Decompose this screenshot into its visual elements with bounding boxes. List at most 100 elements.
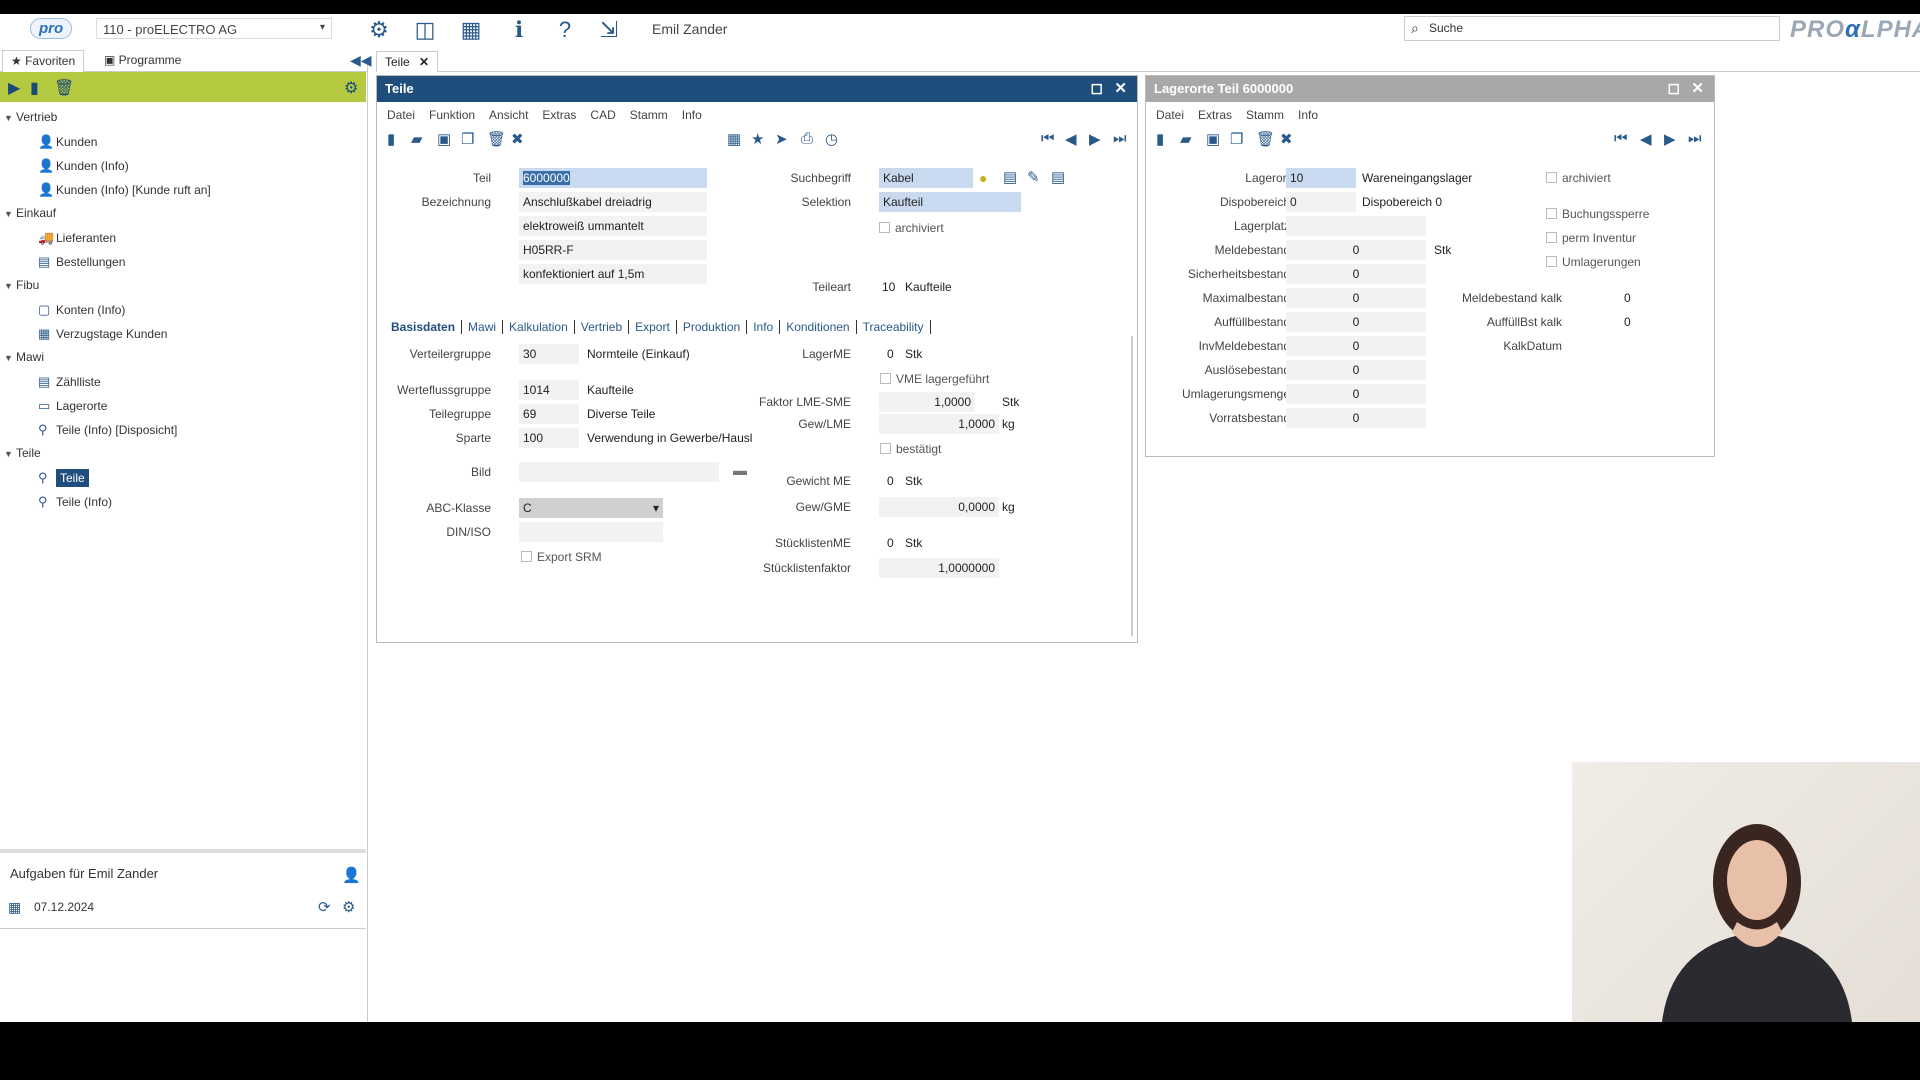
first-record-icon[interactable]: ⏮	[1041, 130, 1055, 147]
teilegruppe-input[interactable]: 69	[519, 404, 579, 424]
tree-item-kunden[interactable]: 👤 Kunden	[38, 134, 97, 150]
abc-klasse-select[interactable]: C ▾	[519, 498, 663, 518]
close-icon[interactable]: ✕	[1114, 79, 1127, 97]
copy-icon[interactable]: ❐	[461, 130, 474, 148]
layout-icon[interactable]: ▦	[458, 17, 484, 43]
document-icon[interactable]: ▤	[1003, 168, 1017, 186]
play-icon[interactable]: ▶	[8, 78, 20, 98]
save-icon[interactable]: ▣	[1206, 130, 1220, 148]
open-folder-icon[interactable]: ▰	[1180, 130, 1192, 148]
settings-icon[interactable]: ⚙	[344, 78, 358, 98]
search-input[interactable]: ⌕ Suche	[1404, 16, 1780, 41]
company-select[interactable]: 110 - proELECTRO AG ▾	[96, 18, 332, 39]
prev-record-icon[interactable]: ◀	[1065, 130, 1077, 148]
last-record-icon[interactable]: ⏭	[1688, 130, 1702, 147]
tab-programme[interactable]: ▣ Programme	[96, 50, 189, 72]
suchbegriff-input[interactable]: Kabel	[879, 168, 973, 188]
cancel-icon[interactable]: ✖	[1280, 130, 1293, 148]
copy-icon[interactable]: ❐	[1230, 130, 1243, 148]
menu-stamm[interactable]: Stamm	[630, 108, 668, 122]
tab-traceability[interactable]: Traceability	[856, 320, 931, 334]
menu-extras[interactable]: Extras	[1198, 108, 1232, 122]
menu-stamm[interactable]: Stamm	[1246, 108, 1284, 122]
tab-info[interactable]: Info	[747, 320, 781, 334]
tree-group-fibu[interactable]: ▼ Fibu	[4, 278, 39, 292]
collapse-panel-icon[interactable]: ◀◀	[350, 52, 372, 69]
panel-splitter[interactable]	[0, 849, 366, 853]
menu-datei[interactable]: Datei	[1156, 108, 1184, 122]
selektion-input[interactable]: Kaufteil	[879, 192, 1021, 212]
history-icon[interactable]: ◷	[825, 130, 838, 148]
archiviert-checkbox[interactable]: archiviert	[879, 221, 944, 235]
next-record-icon[interactable]: ▶	[1089, 130, 1101, 148]
vorratsbestand-input[interactable]: 0	[1286, 408, 1426, 428]
cancel-icon[interactable]: ✖	[511, 130, 524, 148]
verteilergruppe-input[interactable]: 30	[519, 344, 579, 364]
menu-ansicht[interactable]: Ansicht	[489, 108, 528, 122]
lagerort-input[interactable]: 10	[1286, 168, 1356, 188]
scrollbar[interactable]	[1131, 336, 1133, 636]
close-icon[interactable]: ✕	[419, 55, 429, 69]
document-icon[interactable]: ▮	[30, 78, 39, 98]
tab-vertrieb[interactable]: Vertrieb	[574, 320, 630, 334]
bezeichnung-4-input[interactable]: konfektioniert auf 1,5m	[519, 264, 707, 284]
trash-icon[interactable]: 🗑	[54, 78, 74, 98]
maximize-icon[interactable]: ◻	[1091, 79, 1103, 97]
print-icon[interactable]: ⎙	[801, 130, 813, 147]
tab-kalkulation[interactable]: Kalkulation	[503, 320, 575, 334]
save-icon[interactable]: ▣	[437, 130, 451, 148]
maximalbestand-input[interactable]: 0	[1286, 288, 1426, 308]
dispobereich-input[interactable]: 0	[1286, 192, 1356, 212]
new-icon[interactable]: ▮	[387, 130, 395, 148]
maximize-icon[interactable]: ◻	[1668, 79, 1680, 97]
tree-item-verzugstage[interactable]: ▦ Verzugstage Kunden	[38, 326, 167, 342]
settings-icon[interactable]: ⚙	[342, 898, 355, 916]
tab-produktion[interactable]: Produktion	[676, 320, 748, 334]
last-record-icon[interactable]: ⏭	[1113, 130, 1127, 147]
gewgme-input[interactable]: 0,0000	[879, 497, 999, 517]
tree-item-lagerorte[interactable]: ▭ Lagerorte	[38, 398, 107, 414]
notes-icon[interactable]: ▤	[1051, 168, 1065, 186]
new-icon[interactable]: ▮	[1156, 130, 1164, 148]
forward-icon[interactable]: ➤	[775, 130, 788, 148]
menu-extras[interactable]: Extras	[542, 108, 576, 122]
teil-input[interactable]: 6000000	[519, 168, 707, 188]
archiviert-checkbox[interactable]: archiviert	[1546, 171, 1611, 185]
bezeichnung-2-input[interactable]: elektroweiß ummantelt	[519, 216, 707, 236]
vme-checkbox[interactable]: VME lagergeführt	[880, 372, 989, 386]
tree-item-teile-info[interactable]: ⚲ Teile (Info)	[38, 494, 112, 510]
perm-inventur-checkbox[interactable]: perm Inventur	[1546, 231, 1636, 245]
logout-icon[interactable]: ⇲	[596, 17, 622, 43]
delete-icon[interactable]: 🗑	[1256, 130, 1275, 148]
bezeichnung-1-input[interactable]: Anschlußkabel dreiadrig	[519, 192, 707, 212]
gear-icon[interactable]: ⚙	[366, 17, 392, 43]
bezeichnung-3-input[interactable]: H05RR-F	[519, 240, 707, 260]
info-icon[interactable]: ℹ	[506, 17, 532, 43]
tree-item-kunden-info-ruft[interactable]: 👤 Kunden (Info) [Kunde ruft an]	[38, 182, 211, 198]
tree-item-konten-info[interactable]: ▢ Konten (Info)	[38, 302, 125, 318]
delete-icon[interactable]: 🗑	[487, 130, 506, 148]
lagerplatz-input[interactable]	[1286, 216, 1426, 236]
umlagerungen-checkbox[interactable]: Umlagerungen	[1546, 255, 1641, 269]
tree-item-teile-info-dispo[interactable]: ⚲ Teile (Info) [Disposicht]	[38, 422, 177, 438]
star-icon[interactable]: ★	[751, 130, 764, 148]
tab-export[interactable]: Export	[629, 320, 677, 334]
tree-group-vertrieb[interactable]: ▼ Vertrieb	[4, 110, 57, 124]
werteflussgruppe-input[interactable]: 1014	[519, 380, 579, 400]
tab-teile[interactable]: Teile ✕	[376, 51, 439, 72]
ausloesebestand-input[interactable]: 0	[1286, 360, 1426, 380]
gewlme-input[interactable]: 1,0000	[879, 414, 999, 434]
tree-item-teile[interactable]: ⚲ Teile	[38, 469, 89, 487]
stuecklistenfaktor-input[interactable]: 1,0000000	[879, 558, 999, 578]
check-circle-icon[interactable]: ●	[979, 170, 987, 186]
tree-group-mawi[interactable]: ▼ Mawi	[4, 350, 44, 364]
tree-item-bestellungen[interactable]: ▤ Bestellungen	[38, 254, 125, 270]
sparte-input[interactable]: 100	[519, 428, 579, 448]
tab-mawi[interactable]: Mawi	[462, 320, 504, 334]
calendar-icon[interactable]: ▦	[8, 899, 21, 916]
umlagerungsmenge-input[interactable]: 0	[1286, 384, 1426, 404]
tree-item-lieferanten[interactable]: 🚚 Lieferanten	[38, 230, 116, 246]
pro-logo[interactable]: pro	[30, 18, 73, 39]
tree-group-einkauf[interactable]: ▼ Einkauf	[4, 206, 56, 220]
tree-group-teile[interactable]: ▼ Teile	[4, 446, 41, 460]
